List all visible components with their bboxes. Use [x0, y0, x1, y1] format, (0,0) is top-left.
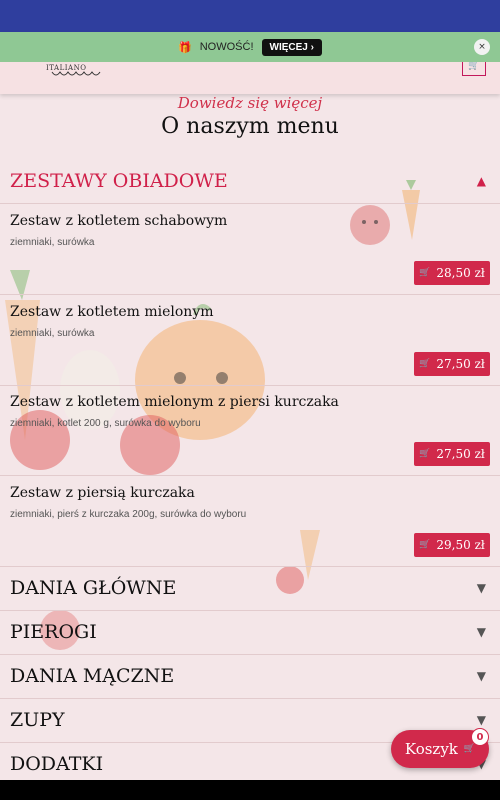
- section-title: DANIA MĄCZNE: [10, 665, 175, 687]
- menu-item: Zestaw z kotletem mielonym ziemniaki, su…: [0, 296, 500, 386]
- item-description: ziemniaki, surówka: [10, 237, 95, 248]
- cart-count-badge: 0: [471, 728, 489, 746]
- menu-subtitle: Dowiedz się więcej: [177, 94, 323, 112]
- cart-icon: 🛒: [419, 359, 431, 369]
- cart-icon: 🛒: [419, 449, 431, 459]
- chevron-down-icon: ▼: [476, 581, 486, 595]
- item-description: ziemniaki, pierś z kurczaka 200g, surówk…: [10, 509, 247, 520]
- section-title: DANIA GŁÓWNE: [10, 577, 177, 599]
- add-to-cart-button[interactable]: 🛒 28,50 zł: [414, 261, 490, 285]
- item-name: Zestaw z kotletem mielonym z piersi kurc…: [10, 394, 339, 410]
- notice-close-icon[interactable]: ×: [474, 39, 490, 55]
- menu-item: Zestaw z piersią kurczaka ziemniaki, pie…: [0, 477, 500, 567]
- cart-label: Koszyk: [404, 740, 458, 758]
- cart-icon: 🛒: [463, 744, 476, 754]
- system-navigation-bar: [0, 780, 500, 800]
- item-price: 28,50 zł: [436, 266, 485, 280]
- item-name: Zestaw z kotletem schabowym: [10, 213, 228, 229]
- notice-gift-icon: 🎁: [178, 41, 192, 54]
- cart-icon: 🛒: [419, 540, 431, 550]
- item-price: 27,50 zł: [436, 447, 485, 461]
- cart-icon: 🛒: [419, 268, 431, 278]
- section-pierogi[interactable]: PIEROGI ▼: [0, 611, 500, 655]
- item-price: 27,50 zł: [436, 357, 485, 371]
- section-title: ZESTAWY OBIADOWE: [10, 170, 228, 192]
- item-price: 29,50 zł: [436, 538, 485, 552]
- announcement-bar: 🎁 NOWOŚĆ! WIĘCEJ › ×: [0, 32, 500, 62]
- notice-more-button[interactable]: WIĘCEJ ›: [261, 38, 322, 56]
- item-name: Zestaw z kotletem mielonym: [10, 304, 214, 320]
- section-zestawy-obiadowe[interactable]: ZESTAWY OBIADOWE ▲: [0, 160, 500, 204]
- notice-more-label: WIĘCEJ: [269, 41, 308, 53]
- menu-item: Zestaw z kotletem schabowym ziemniaki, s…: [0, 205, 500, 295]
- menu-item: Zestaw z kotletem mielonym z piersi kurc…: [0, 386, 500, 476]
- section-dania-glowne[interactable]: DANIA GŁÓWNE ▼: [0, 567, 500, 611]
- section-title: ZUPY: [10, 709, 65, 731]
- chevron-up-icon: ▲: [476, 174, 486, 188]
- section-title: DODATKI: [10, 753, 104, 775]
- add-to-cart-button[interactable]: 🛒 27,50 zł: [414, 352, 490, 376]
- section-dania-maczne[interactable]: DANIA MĄCZNE ▼: [0, 655, 500, 699]
- system-status-bar: [0, 0, 500, 32]
- menu-title: O naszym menu: [161, 114, 339, 139]
- chevron-down-icon: ▼: [476, 669, 486, 683]
- item-name: Zestaw z piersią kurczaka: [10, 485, 195, 501]
- item-description: ziemniaki, surówka: [10, 328, 95, 339]
- chevron-down-icon: ▼: [476, 625, 486, 639]
- chevron-down-icon: ▼: [476, 713, 486, 727]
- add-to-cart-button[interactable]: 🛒 29,50 zł: [414, 533, 490, 557]
- section-title: PIEROGI: [10, 621, 97, 643]
- add-to-cart-button[interactable]: 🛒 27,50 zł: [414, 442, 490, 466]
- notice-text: NOWOŚĆ!: [199, 41, 254, 53]
- item-description: ziemniaki, kotlet 200 g, surówka do wybo…: [10, 418, 201, 429]
